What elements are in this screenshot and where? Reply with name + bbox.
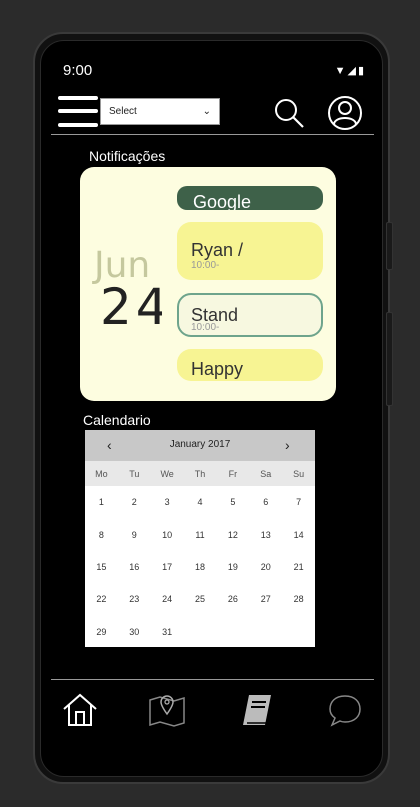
calendar-title: Calendario bbox=[83, 412, 151, 428]
event-item[interactable]: Happy bbox=[177, 349, 323, 381]
calendar-day[interactable]: 15 bbox=[85, 562, 118, 572]
event-item[interactable]: Google bbox=[177, 186, 323, 210]
menu-button[interactable] bbox=[58, 96, 98, 128]
prev-month-button[interactable]: ‹ bbox=[107, 437, 112, 453]
select-value: Select bbox=[109, 106, 137, 117]
calendar-day[interactable]: 19 bbox=[216, 562, 249, 572]
calendar-day[interactable]: 17 bbox=[151, 562, 184, 572]
notifications-title: Notificações bbox=[89, 148, 166, 164]
calendar-day[interactable]: 10 bbox=[151, 530, 184, 540]
date-month: Jun bbox=[94, 245, 151, 286]
event-title: Ryan / bbox=[191, 240, 244, 260]
calendar-day[interactable]: 8 bbox=[85, 530, 118, 540]
chat-icon[interactable] bbox=[325, 690, 365, 730]
calendar-day[interactable]: 12 bbox=[216, 530, 249, 540]
calendar-day[interactable]: 22 bbox=[85, 594, 118, 604]
calendar-day[interactable]: 20 bbox=[249, 562, 282, 572]
event-item[interactable]: Ryan / 10:00- bbox=[177, 222, 323, 280]
next-month-button[interactable]: › bbox=[285, 437, 290, 453]
calendar-day[interactable]: 26 bbox=[216, 594, 249, 604]
calendar-day[interactable]: 4 bbox=[184, 497, 217, 507]
event-title: Happy bbox=[191, 359, 244, 379]
calendar-day[interactable]: 7 bbox=[282, 497, 315, 507]
weekday-label: We bbox=[160, 468, 174, 479]
calendar-day[interactable]: 1 bbox=[85, 497, 118, 507]
weekday-label: Sa bbox=[260, 468, 272, 479]
calendar-day[interactable]: 2 bbox=[118, 497, 151, 507]
calendar-day[interactable]: 24 bbox=[151, 594, 184, 604]
search-icon[interactable] bbox=[273, 97, 305, 129]
calendar-widget: January 2017 ‹ › Mo Tu We Th Fr Sa Su 1 … bbox=[85, 430, 315, 647]
volume-button bbox=[386, 222, 393, 270]
calendar-day[interactable]: 23 bbox=[118, 594, 151, 604]
calendar-day[interactable]: 29 bbox=[85, 627, 118, 637]
weekday-label: Su bbox=[293, 468, 305, 479]
event-item[interactable]: Stand 10:00- bbox=[177, 293, 323, 337]
calendar-day[interactable]: 30 bbox=[118, 627, 151, 637]
weekday-label: Fr bbox=[228, 468, 238, 479]
calendar-day[interactable]: 18 bbox=[184, 562, 217, 572]
chevron-down-icon: ⌄ bbox=[202, 106, 211, 117]
weekday-label: Tu bbox=[129, 468, 140, 479]
status-time: 9:00 bbox=[63, 62, 93, 79]
calendar-day[interactable]: 25 bbox=[184, 594, 217, 604]
calendar-day[interactable]: 27 bbox=[249, 594, 282, 604]
calendar-day[interactable]: 11 bbox=[184, 530, 217, 540]
status-icons: ▼◢▮ bbox=[334, 65, 366, 77]
weekday-label: Mo bbox=[95, 468, 108, 479]
user-icon[interactable] bbox=[327, 95, 363, 131]
home-icon[interactable] bbox=[60, 690, 100, 730]
calendar-days: 1 2 3 4 5 6 7 8 9 10 11 12 13 14 15 16 1… bbox=[85, 486, 315, 647]
calendar-day[interactable]: 31 bbox=[151, 627, 184, 637]
book-icon[interactable] bbox=[237, 690, 277, 730]
map-icon[interactable] bbox=[147, 690, 187, 730]
calendar-day[interactable]: 13 bbox=[249, 530, 282, 540]
date-day: 24 bbox=[100, 283, 162, 331]
calendar-day[interactable]: 21 bbox=[282, 562, 315, 572]
weekday-row: Mo Tu We Th Fr Sa Su bbox=[85, 461, 315, 486]
nav-divider bbox=[51, 679, 374, 680]
calendar-day[interactable]: 6 bbox=[249, 497, 282, 507]
header-divider bbox=[51, 134, 374, 135]
calendar-day[interactable]: 14 bbox=[282, 530, 315, 540]
calendar-day[interactable]: 28 bbox=[282, 594, 315, 604]
select-dropdown[interactable]: Select ⌄ bbox=[100, 98, 220, 125]
event-time: 10:00- bbox=[191, 260, 220, 271]
event-title: Google bbox=[193, 192, 252, 210]
notifications-card: Jun 24 Google Ryan / 10:00- Stand 10:00-… bbox=[80, 167, 336, 401]
calendar-day[interactable]: 9 bbox=[118, 530, 151, 540]
calendar-day[interactable]: 3 bbox=[151, 497, 184, 507]
calendar-month-label: January 2017 bbox=[169, 439, 231, 450]
power-button bbox=[386, 312, 393, 406]
event-time: 10:00- bbox=[191, 322, 220, 333]
weekday-label: Th bbox=[194, 468, 206, 479]
calendar-day[interactable]: 16 bbox=[118, 562, 151, 572]
calendar-day[interactable]: 5 bbox=[216, 497, 249, 507]
app-screen: 9:00 ▼◢▮ Select ⌄ Notificações Jun 24 Go… bbox=[51, 52, 374, 759]
